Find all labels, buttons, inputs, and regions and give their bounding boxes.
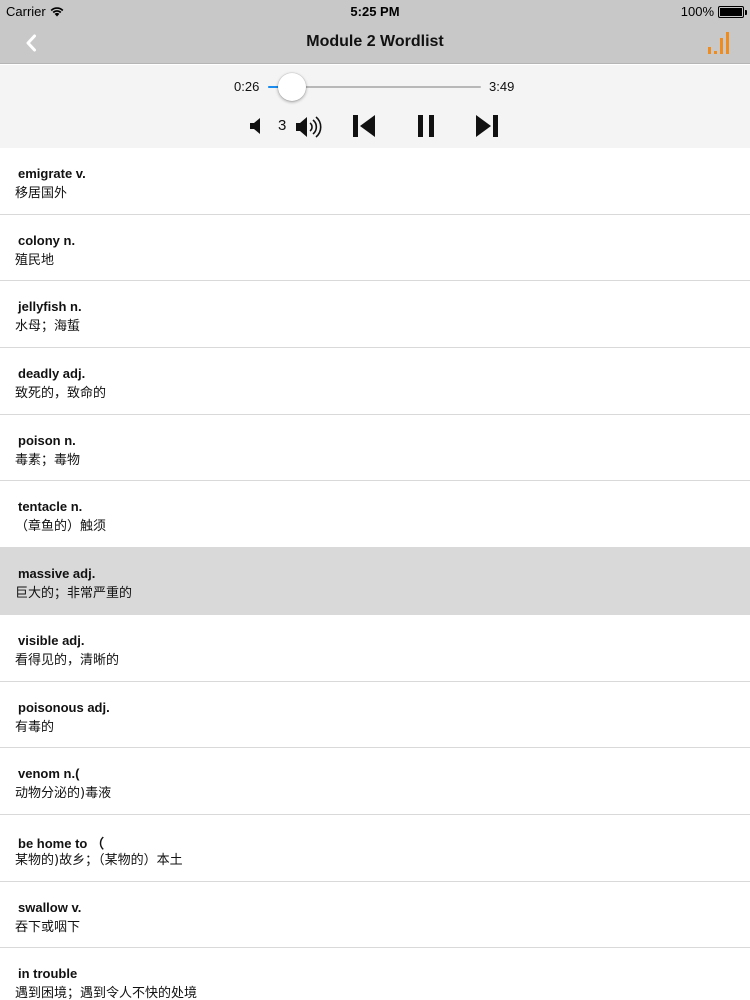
word-meaning: 殖民地 <box>15 252 55 268</box>
volume-up-icon[interactable] <box>295 115 325 139</box>
skip-next-icon[interactable] <box>474 113 500 139</box>
word-term: poisonous adj. <box>18 699 110 715</box>
word-term: colony n. <box>18 232 76 248</box>
word-list-item[interactable]: swallow v. 吞下或咽下 <box>0 882 750 949</box>
status-bar: Carrier 5:25 PM 100% <box>0 0 750 22</box>
volume-down-icon[interactable] <box>249 117 265 135</box>
word-meaning: 有毒的 <box>15 719 55 735</box>
word-list-item[interactable]: colony n. 殖民地 <box>0 215 750 282</box>
word-list-item[interactable]: massive adj. 巨大的；非常严重的 <box>0 548 750 615</box>
word-list-item[interactable]: be home to （某物的)故乡；（某物的）本土 <box>0 815 750 882</box>
word-term: massive adj. <box>18 566 96 582</box>
word-meaning: 水母；海蜇 <box>15 319 81 335</box>
word-meaning: 毒素；毒物 <box>15 452 81 468</box>
clock: 5:25 PM <box>350 4 400 19</box>
word-list: emigrate v. 移居国外 colony n. 殖民地 jellyfish n. 水… <box>0 148 750 1000</box>
word-term: poison n. <box>18 432 76 448</box>
word-meaning: 动物分泌的)毒液 <box>15 786 112 802</box>
word-term: jellyfish n. <box>18 299 82 315</box>
word-term: tentacle n. <box>18 499 83 515</box>
word-list-item[interactable]: visible adj. 看得见的，清晰的 <box>0 615 750 682</box>
word-list-item[interactable]: tentacle n. （章鱼的）触须 <box>0 481 750 549</box>
page-title: Module 2 Wordlist <box>306 33 444 50</box>
word-list-item[interactable]: poison n. 毒素；毒物 <box>0 415 750 482</box>
word-term: deadly adj. <box>18 366 86 382</box>
progress-thumb[interactable] <box>278 73 307 101</box>
progress-slider[interactable] <box>268 73 481 101</box>
pause-icon[interactable] <box>414 113 438 139</box>
word-term: visible adj. <box>18 632 85 648</box>
battery-icon <box>718 5 747 18</box>
battery-status: 100% <box>680 4 747 19</box>
word-meaning: 巨大的；非常严重的 <box>15 586 133 602</box>
duration: 3:49 <box>489 79 515 94</box>
word-list-item[interactable]: venom n.( 动物分泌的)毒液 <box>0 748 750 815</box>
word-list-item[interactable]: jellyfish n. 水母；海蜇 <box>0 281 750 349</box>
word-term: in trouble <box>18 966 78 982</box>
skip-previous-icon[interactable] <box>351 113 377 139</box>
word-meaning: （章鱼的）触须 <box>15 519 107 535</box>
word-list-item[interactable]: poisonous adj. 有毒的 <box>0 682 750 749</box>
word-meaning: 致死的，致命的 <box>15 386 107 402</box>
word-term: venom n.( <box>18 766 80 782</box>
word-meaning: 吞下或咽下 <box>15 919 81 935</box>
word-meaning: 遇到困境；遇到令人不快的处境 <box>15 986 198 1000</box>
battery-percent: 100% <box>680 4 714 19</box>
playback-controls: 3 <box>0 112 750 140</box>
word-term: emigrate v. <box>18 166 86 181</box>
bar-chart-icon[interactable] <box>706 30 732 56</box>
audio-player: 0:26 3:49 3 <box>0 65 750 148</box>
word-meaning: 看得见的，清晰的 <box>15 652 120 668</box>
word-list-item[interactable]: emigrate v. 移居国外 <box>0 148 750 215</box>
navigation-bar: Module 2 Wordlist <box>0 22 750 64</box>
word-term: swallow v. <box>18 899 82 915</box>
word-meaning: 移居国外 <box>15 186 68 201</box>
volume-level: 3 <box>278 117 287 134</box>
word-list-item[interactable]: deadly adj. 致死的，致命的 <box>0 348 750 415</box>
word-list-item[interactable]: in trouble 遇到困境；遇到令人不快的处境 <box>0 948 750 1000</box>
word-meaning: 某物的)故乡；（某物的）本土 <box>15 852 183 868</box>
current-time: 0:26 <box>234 79 260 94</box>
